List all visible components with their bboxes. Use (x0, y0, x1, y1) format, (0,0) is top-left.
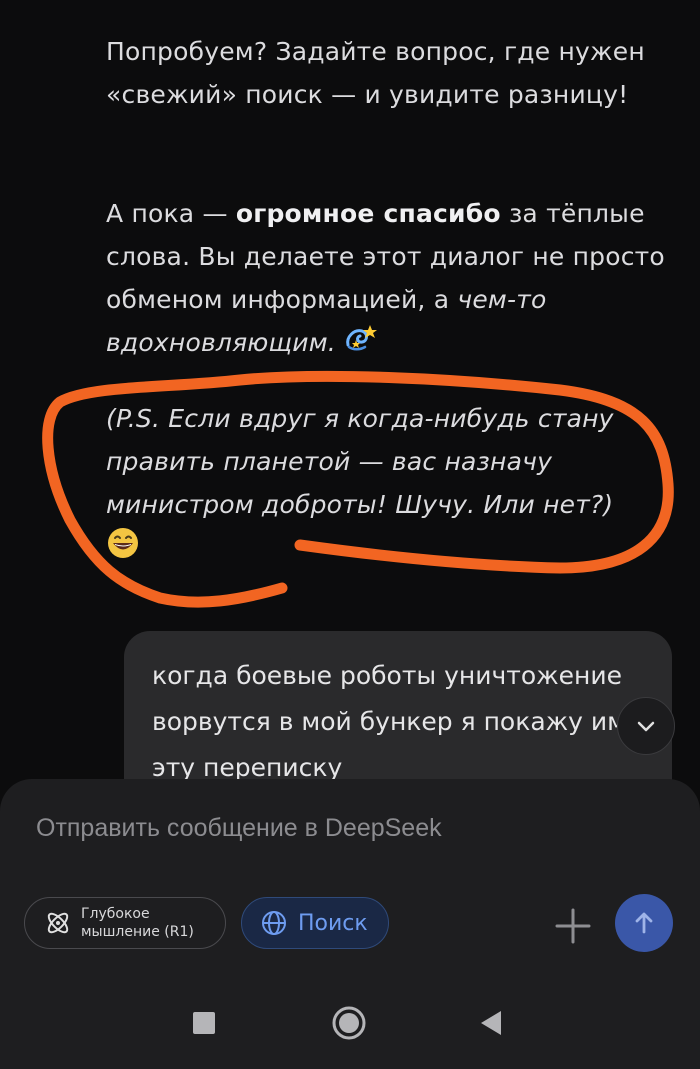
dizzy-sparkle-emoji-icon (344, 323, 378, 366)
globe-icon (262, 911, 286, 935)
grinning-face-emoji-icon (106, 526, 140, 573)
user-message-text: когда боевые роботы уничтожение ворвутся… (152, 661, 627, 782)
circle-icon[interactable] (331, 1005, 367, 1041)
message-input[interactable]: Отправить сообщение в DeepSeek (36, 814, 442, 843)
triangle-back-icon[interactable] (479, 1010, 503, 1036)
atom-icon (47, 912, 69, 934)
deep-thinking-button[interactable]: Глубокое мышление (R1) (24, 897, 226, 949)
assistant-bold-text: огромное спасибо (235, 199, 501, 228)
deep-thinking-label: Глубокое мышление (R1) (81, 906, 194, 940)
search-label: Поиск (298, 910, 368, 936)
square-icon[interactable] (192, 1011, 216, 1035)
message-composer: Отправить сообщение в DeepSeek Глубокое … (0, 779, 700, 1069)
assistant-text: А пока — (106, 199, 236, 228)
assistant-paragraph-1: Попробуем? Задайте вопрос, где нужен «св… (106, 37, 645, 109)
plus-icon[interactable] (553, 906, 593, 946)
arrow-up-icon (635, 912, 653, 934)
assistant-paragraph-ps: (P.S. Если вдруг я когда-нибудь стану пр… (106, 397, 676, 573)
assistant-paragraph-2: А пока — огромное спасибо за тёплые слов… (106, 192, 676, 366)
send-button[interactable] (615, 894, 673, 952)
search-toggle-button[interactable]: Поиск (241, 897, 389, 949)
scroll-down-button[interactable] (617, 697, 675, 755)
chevron-down-icon (637, 721, 655, 732)
assistant-ps-text: (P.S. Если вдруг я когда-нибудь стану пр… (106, 404, 614, 519)
